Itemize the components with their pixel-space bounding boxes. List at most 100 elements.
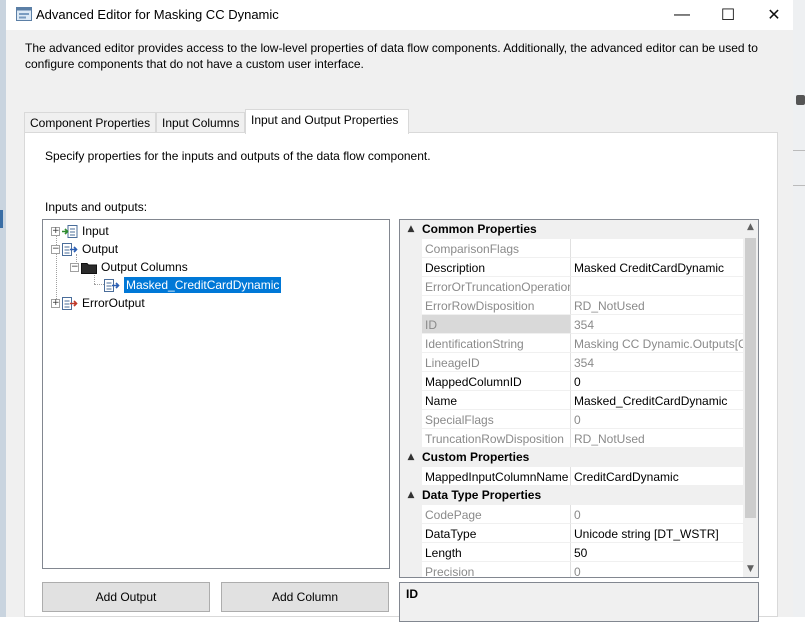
output-icon xyxy=(62,242,78,256)
scroll-down-icon[interactable]: ▼ xyxy=(743,562,758,577)
prop-row-errorortruncationoperation[interactable]: ErrorOrTruncationOperation xyxy=(400,277,743,296)
prop-name: CodePage xyxy=(422,505,571,524)
tree-label-output: Output xyxy=(82,242,119,256)
tab-input-columns[interactable]: Input Columns xyxy=(156,112,245,133)
background-divider xyxy=(793,150,805,151)
prop-value: 354 xyxy=(571,315,743,334)
row-gutter xyxy=(400,277,422,296)
prop-name: Precision xyxy=(422,562,571,577)
row-gutter xyxy=(400,372,422,391)
property-help-box: ID xyxy=(399,582,759,622)
prop-value: RD_NotUsed xyxy=(571,429,743,448)
prop-name: ID xyxy=(422,315,571,334)
tree-guide xyxy=(94,284,104,285)
prop-value: RD_NotUsed xyxy=(571,296,743,315)
folder-icon xyxy=(81,262,97,274)
prop-name: IdentificationString xyxy=(422,334,571,353)
prop-row-mappedinputcolumnname[interactable]: MappedInputColumnName CreditCardDynamic xyxy=(400,467,743,486)
prop-row-description[interactable]: Description Masked CreditCardDynamic xyxy=(400,258,743,277)
prop-row-name[interactable]: Name Masked_CreditCardDynamic xyxy=(400,391,743,410)
row-gutter xyxy=(400,391,422,410)
prop-value: 0 xyxy=(571,505,743,524)
maximize-button[interactable]: ☐ xyxy=(705,0,751,30)
tree-node-masked-column[interactable]: Masked_CreditCardDynamic xyxy=(104,276,282,294)
tab-panel: Specify properties for the inputs and ou… xyxy=(24,132,778,622)
prop-value[interactable]: 50 xyxy=(571,543,743,562)
row-gutter xyxy=(400,410,422,429)
tree-label-error-output: ErrorOutput xyxy=(82,296,145,310)
row-gutter xyxy=(400,524,422,543)
category-custom-properties[interactable]: ▲ Custom Properties xyxy=(400,448,743,467)
prop-value[interactable]: Unicode string [DT_WSTR] xyxy=(571,524,743,543)
property-grid-scrollbar[interactable]: ▲ ▼ xyxy=(743,220,758,577)
prop-name: MappedInputColumnName xyxy=(422,467,571,486)
close-button[interactable]: ✕ xyxy=(751,0,797,30)
tree-node-output-columns[interactable]: − Output Columns xyxy=(70,258,188,276)
tree-label-masked-column: Masked_CreditCardDynamic xyxy=(124,277,282,293)
prop-name: LineageID xyxy=(422,353,571,372)
prop-row-datatype[interactable]: DataType Unicode string [DT_WSTR] xyxy=(400,524,743,543)
collapse-caret-icon[interactable]: ▲ xyxy=(400,224,422,234)
row-gutter xyxy=(400,562,422,577)
background-knob xyxy=(796,95,805,105)
prop-value[interactable]: CreditCardDynamic xyxy=(571,467,743,486)
expand-icon[interactable]: + xyxy=(51,298,60,308)
error-output-icon xyxy=(62,296,78,310)
prop-row-codepage[interactable]: CodePage 0 xyxy=(400,505,743,524)
row-gutter xyxy=(400,239,422,258)
category-data-type-properties[interactable]: ▲ Data Type Properties xyxy=(400,486,743,505)
minimize-button[interactable]: — xyxy=(659,0,705,30)
prop-row-id[interactable]: ID 354 xyxy=(400,315,743,334)
prop-row-lineageid[interactable]: LineageID 354 xyxy=(400,353,743,372)
prop-name: ComparisonFlags xyxy=(422,239,571,258)
prop-row-mappedcolumnid[interactable]: MappedColumnID 0 xyxy=(400,372,743,391)
prop-row-comparisonflags[interactable]: ComparisonFlags xyxy=(400,239,743,258)
property-grid[interactable]: ▲ Common Properties ComparisonFlags Desc… xyxy=(399,219,759,578)
prop-value[interactable]: Masked CreditCardDynamic xyxy=(571,258,743,277)
tab-component-properties[interactable]: Component Properties xyxy=(24,112,156,133)
tab-input-and-output-properties[interactable]: Input and Output Properties xyxy=(245,109,409,134)
prop-row-errorrowdisposition[interactable]: ErrorRowDisposition RD_NotUsed xyxy=(400,296,743,315)
row-gutter xyxy=(400,334,422,353)
row-gutter xyxy=(400,543,422,562)
scroll-up-icon[interactable]: ▲ xyxy=(743,220,758,235)
collapse-caret-icon[interactable]: ▲ xyxy=(400,490,422,500)
help-title: ID xyxy=(406,587,418,601)
collapse-icon[interactable]: − xyxy=(51,244,60,254)
input-icon xyxy=(62,224,78,238)
row-gutter xyxy=(400,353,422,372)
tree-node-output[interactable]: − Output xyxy=(51,240,118,258)
prop-value[interactable]: 0 xyxy=(571,372,743,391)
prop-name: TruncationRowDisposition xyxy=(422,429,571,448)
add-column-button[interactable]: Add Column xyxy=(221,582,389,612)
tree-label-output-columns: Output Columns xyxy=(101,260,188,274)
prop-row-precision[interactable]: Precision 0 xyxy=(400,562,743,577)
collapse-icon[interactable]: − xyxy=(70,262,79,272)
prop-name: MappedColumnID xyxy=(422,372,571,391)
window-title: Advanced Editor for Masking CC Dynamic xyxy=(36,7,279,22)
background-marker xyxy=(0,210,3,228)
row-gutter xyxy=(400,258,422,277)
prop-name: Name xyxy=(422,391,571,410)
category-common-properties[interactable]: ▲ Common Properties xyxy=(400,220,743,239)
tree-node-input[interactable]: + Input xyxy=(51,222,109,240)
prop-name: DataType xyxy=(422,524,571,543)
prop-row-identificationstring[interactable]: IdentificationString Masking CC Dynamic.… xyxy=(400,334,743,353)
prop-value: Masking CC Dynamic.Outputs[C xyxy=(571,334,743,353)
prop-row-truncationrowdisposition[interactable]: TruncationRowDisposition RD_NotUsed xyxy=(400,429,743,448)
inputs-outputs-tree[interactable]: + Input − Output − Output Columns Masked… xyxy=(42,219,390,569)
prop-row-specialflags[interactable]: SpecialFlags 0 xyxy=(400,410,743,429)
category-label: Common Properties xyxy=(422,222,537,236)
background-divider xyxy=(793,185,805,186)
prop-value[interactable]: Masked_CreditCardDynamic xyxy=(571,391,743,410)
background-window-edge-right xyxy=(793,0,805,617)
add-output-button[interactable]: Add Output xyxy=(42,582,210,612)
collapse-caret-icon[interactable]: ▲ xyxy=(400,452,422,462)
app-icon xyxy=(16,7,32,21)
prop-name: ErrorRowDisposition xyxy=(422,296,571,315)
expand-icon[interactable]: + xyxy=(51,226,60,236)
prop-row-length[interactable]: Length 50 xyxy=(400,543,743,562)
row-gutter xyxy=(400,429,422,448)
tree-node-error-output[interactable]: + ErrorOutput xyxy=(51,294,145,312)
scroll-thumb[interactable] xyxy=(745,238,756,518)
